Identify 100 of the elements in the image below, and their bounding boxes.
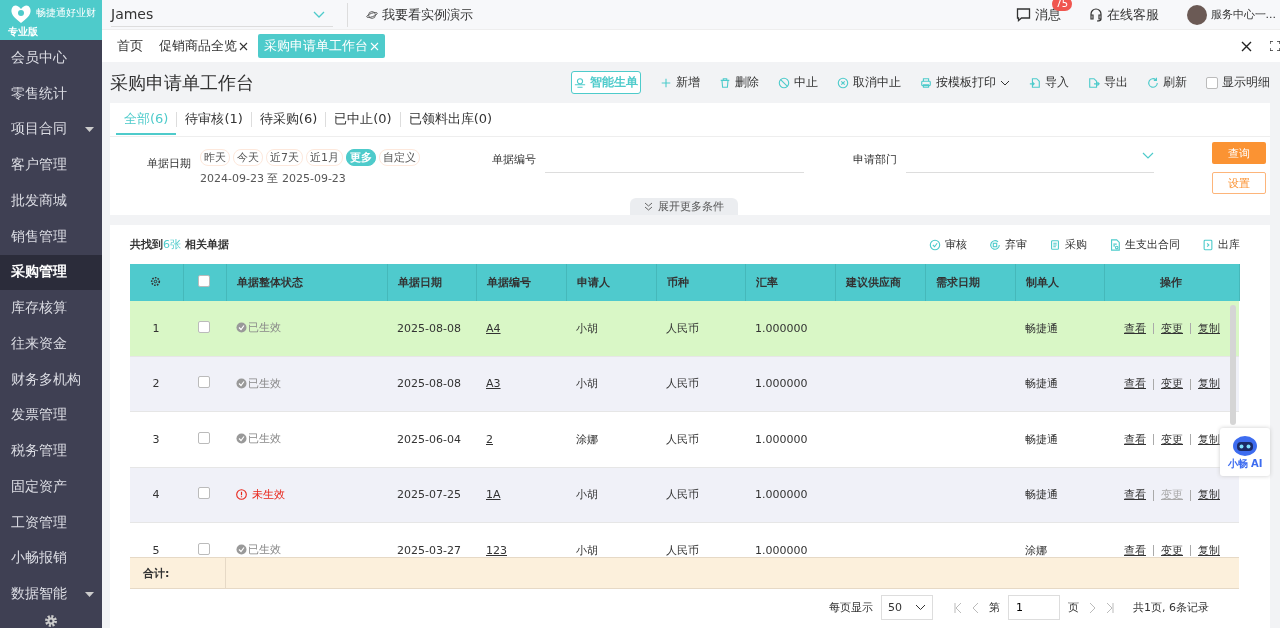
show-details-checkbox[interactable]: 显示明细 <box>1206 74 1270 91</box>
column-header: 单据编号 <box>476 264 566 301</box>
document-link[interactable]: 1A <box>486 488 501 502</box>
row-action-link[interactable]: 变更 <box>1161 543 1183 557</box>
column-header: 币种 <box>656 264 745 301</box>
row-action-link[interactable]: 复制 <box>1198 377 1220 391</box>
row-action-link[interactable]: 复制 <box>1198 432 1220 446</box>
document-link[interactable]: 2 <box>486 432 493 446</box>
row-action-link[interactable]: 查看 <box>1124 377 1146 391</box>
document-link[interactable]: 123 <box>486 543 507 557</box>
sidebar-item[interactable]: 客户管理 <box>0 147 102 183</box>
date-range-chip[interactable]: 近7天 <box>266 149 303 166</box>
sidebar-item[interactable]: 采购管理 <box>0 254 102 291</box>
sidebar-item[interactable]: 工资管理 <box>0 504 102 541</box>
page-input[interactable]: 1 <box>1008 595 1060 620</box>
last-page-icon[interactable] <box>1105 601 1115 614</box>
status-label: 已生效 <box>248 542 281 557</box>
sidebar-item[interactable]: 税务管理 <box>0 433 102 469</box>
date-range-chip[interactable]: 昨天 <box>200 149 230 166</box>
sidebar-item[interactable]: 小畅报销 <box>0 540 102 577</box>
status-tab[interactable]: 待审核(1) <box>177 104 251 135</box>
row-number: 2 <box>130 356 183 412</box>
row-action-link[interactable]: 查看 <box>1124 543 1146 557</box>
row-action-link[interactable]: 查看 <box>1124 321 1146 335</box>
toolbar-button[interactable]: 导出 <box>1088 74 1128 91</box>
sidebar-item[interactable]: 项目合同 <box>0 111 102 148</box>
row-checkbox[interactable] <box>198 376 210 389</box>
user-name[interactable]: 服务中心一... <box>1210 7 1276 22</box>
row-action-link[interactable]: 变更 <box>1161 321 1183 335</box>
row-checkbox[interactable] <box>198 431 210 444</box>
column-header: 建议供应商 <box>835 264 925 301</box>
row-action-link[interactable]: 查看 <box>1124 432 1146 446</box>
date-range-chip[interactable]: 今天 <box>233 149 263 166</box>
sidebar-item[interactable]: 发票管理 <box>0 397 102 434</box>
table-cell: 小胡 <box>566 467 656 523</box>
toolbar-button[interactable]: 新增 <box>660 74 700 91</box>
department-select[interactable] <box>906 152 1154 173</box>
settings-icon[interactable] <box>150 275 162 287</box>
row-checkbox[interactable] <box>198 487 210 500</box>
support-link[interactable]: 在线客服 <box>1106 5 1159 24</box>
row-action-link[interactable]: 复制 <box>1198 488 1220 502</box>
action-button[interactable]: 弃审 <box>989 237 1027 252</box>
status-tab[interactable]: 待采购(6) <box>251 104 326 135</box>
sidebar-item[interactable]: 往来资金 <box>0 326 102 362</box>
cancel-icon <box>837 76 849 89</box>
row-action-link[interactable]: 复制 <box>1198 543 1220 557</box>
next-page-icon[interactable] <box>1087 601 1097 614</box>
scrollbar[interactable] <box>1230 305 1236 425</box>
document-icon <box>1109 238 1121 251</box>
action-button[interactable]: 采购 <box>1049 237 1087 252</box>
toolbar-button[interactable]: 取消中止 <box>837 74 901 91</box>
action-button[interactable]: 生支出合同 <box>1109 237 1180 252</box>
assistant-button[interactable]: 小畅 AI <box>1220 428 1270 476</box>
document-link[interactable]: A3 <box>486 377 501 391</box>
toolbar-button[interactable]: 按模板打印 <box>920 74 1010 91</box>
demo-link[interactable]: 我要看实例演示 <box>382 5 473 24</box>
avatar[interactable] <box>1186 4 1207 25</box>
toolbar-button[interactable]: 中止 <box>778 74 818 91</box>
row-checkbox[interactable] <box>198 320 210 333</box>
table-cell: 小胡 <box>566 356 656 412</box>
page-tab[interactable]: 促销商品全览 <box>153 34 254 58</box>
status-tab[interactable]: 已中止(0) <box>326 104 400 135</box>
toolbar-button[interactable]: 刷新 <box>1147 74 1187 91</box>
close-icon[interactable] <box>1241 40 1252 52</box>
sidebar-item[interactable]: 批发商城 <box>0 183 102 219</box>
page-tab[interactable]: 首页 <box>111 34 149 58</box>
date-range-chip[interactable]: 近1月 <box>306 149 343 166</box>
select-all-checkbox[interactable] <box>198 275 210 287</box>
sidebar-item[interactable]: 财务多机构 <box>0 361 102 398</box>
table-cell: 涂娜 <box>566 411 656 467</box>
account-select[interactable]: James <box>111 2 333 27</box>
table-cell: 2025-06-04 <box>387 411 476 467</box>
row-action-link[interactable]: 查看 <box>1124 488 1146 502</box>
document-link[interactable]: A4 <box>486 321 501 335</box>
fullscreen-icon[interactable] <box>1270 41 1280 51</box>
sidebar-item[interactable]: 固定资产 <box>0 469 102 505</box>
sidebar-item[interactable]: 零售统计 <box>0 75 102 112</box>
toolbar-button[interactable]: 删除 <box>719 74 759 91</box>
column-header: 单据日期 <box>387 264 476 301</box>
page-size-select[interactable]: 50 <box>881 595 933 620</box>
status-tab[interactable]: 已领料出库(0) <box>400 104 501 135</box>
row-action-link[interactable]: 变更 <box>1161 377 1183 391</box>
column-header: 制单人 <box>1015 264 1104 301</box>
close-icon[interactable] <box>239 41 248 51</box>
action-button[interactable]: 审核 <box>929 237 967 252</box>
toolbar-button[interactable]: 导入 <box>1029 74 1069 91</box>
sidebar-item[interactable]: 数据智能 <box>0 576 102 612</box>
row-action-link[interactable]: 变更 <box>1161 432 1183 446</box>
first-page-icon[interactable] <box>953 601 963 614</box>
action-button[interactable]: 出库 <box>1202 237 1240 252</box>
sidebar-item[interactable]: 销售管理 <box>0 218 102 255</box>
sidebar-item[interactable]: 库存核算 <box>0 290 102 326</box>
row-number: 1 <box>130 301 183 356</box>
previous-page-icon[interactable] <box>971 601 981 614</box>
sidebar-item[interactable]: 会员中心 <box>0 40 102 76</box>
expand-button[interactable]: 展开更多条件 <box>630 198 738 215</box>
row-checkbox[interactable] <box>198 542 210 555</box>
date-range-chip[interactable]: 自定义 <box>379 149 420 166</box>
field-label: 申请部门 <box>852 152 898 168</box>
row-action-link[interactable]: 复制 <box>1198 321 1220 335</box>
